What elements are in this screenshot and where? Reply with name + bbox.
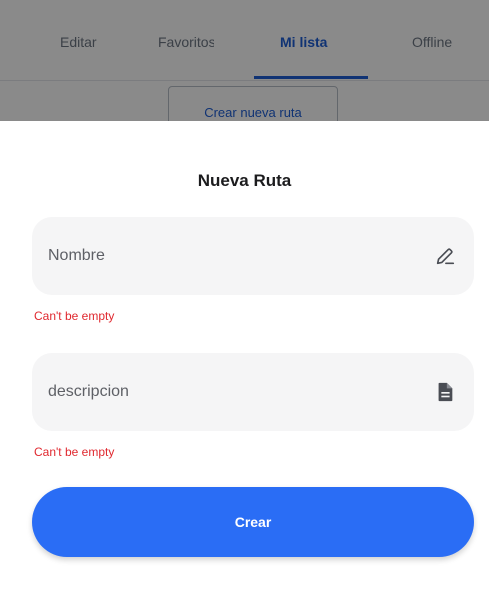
description-error-text: Can't be empty [34, 445, 115, 459]
description-field[interactable] [32, 353, 474, 431]
crear-button-label: Crear [234, 514, 272, 530]
document-icon [438, 382, 453, 402]
name-field[interactable] [32, 217, 474, 295]
edit-pencil-icon [436, 248, 455, 265]
crear-button[interactable]: Crear [32, 487, 474, 557]
background-screen: Editar Favoritos Mi lista Offline Crear … [0, 0, 489, 121]
new-route-sheet: Nueva Ruta Can't be empty Can't be empty… [0, 121, 489, 599]
modal-scrim[interactable] [0, 0, 489, 121]
name-input[interactable] [48, 217, 418, 295]
sheet-title: Nueva Ruta [197, 171, 292, 190]
description-input[interactable] [48, 353, 418, 431]
name-error-text: Can't be empty [34, 309, 115, 323]
